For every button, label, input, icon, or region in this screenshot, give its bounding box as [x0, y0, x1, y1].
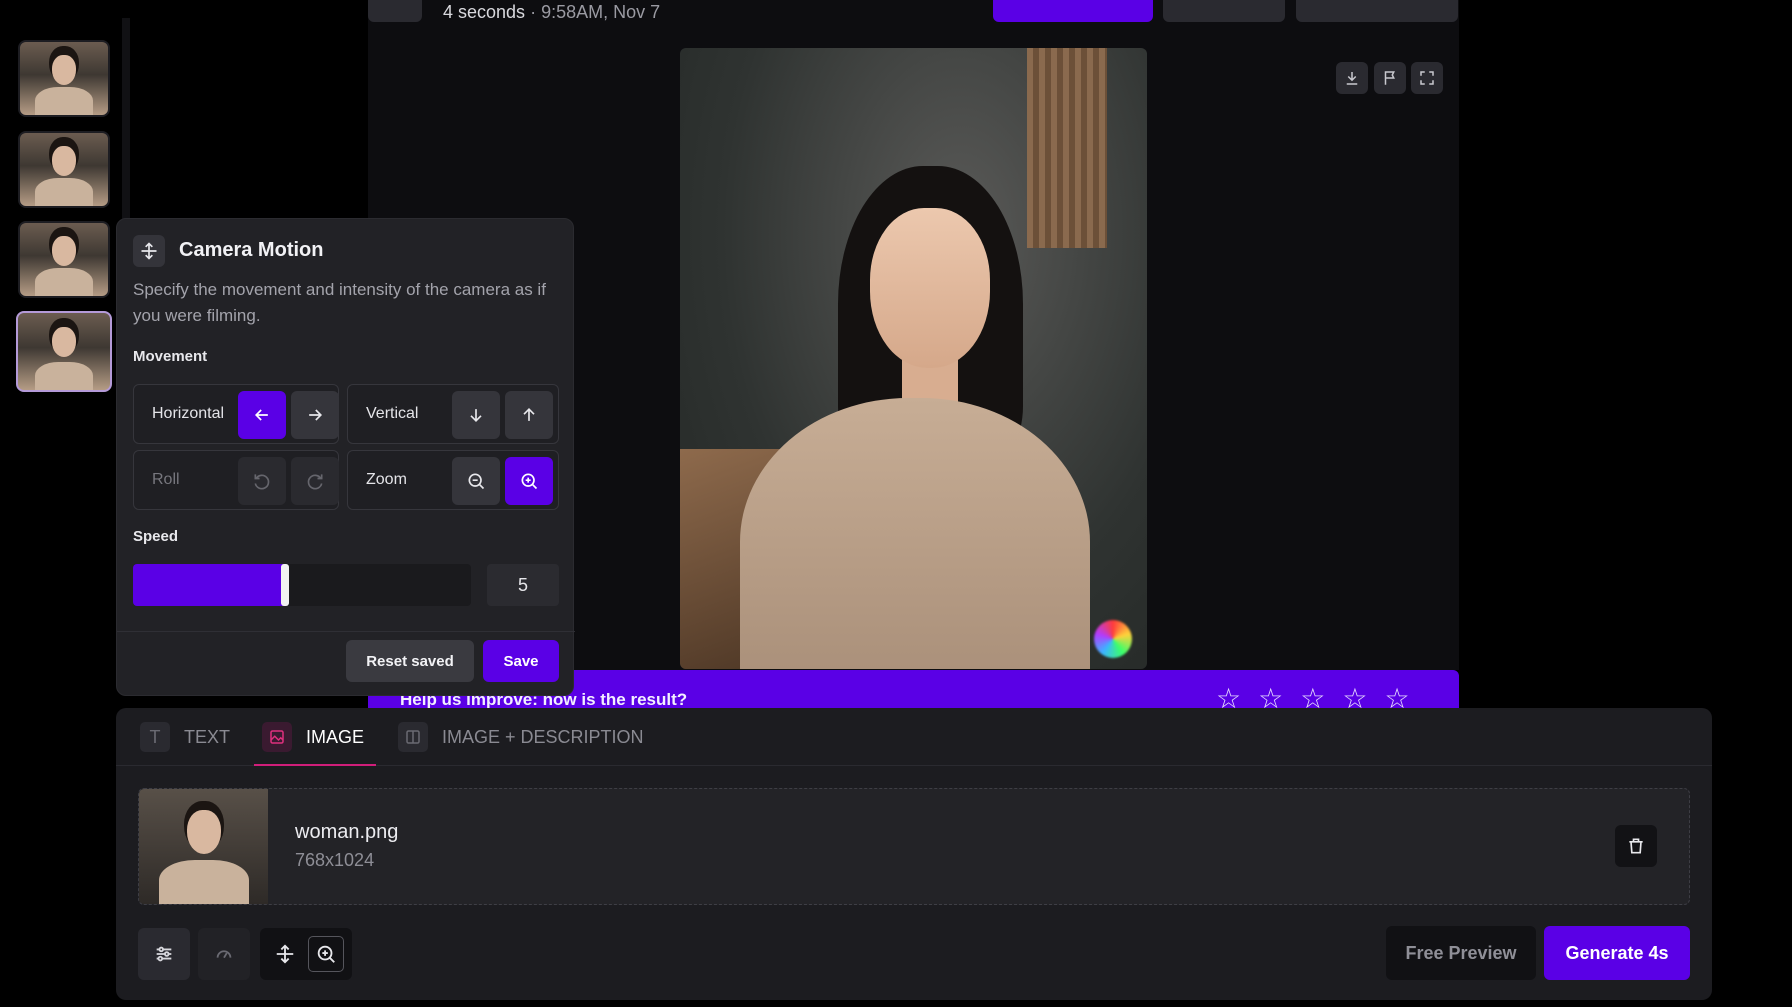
vertical-control: Vertical	[347, 384, 559, 444]
generation-info: 4 seconds · 9:58AM, Nov 7	[443, 2, 660, 23]
delete-image-button[interactable]	[1615, 825, 1657, 867]
panel-description: Specify the movement and intensity of th…	[133, 280, 546, 325]
roll-control: Roll	[133, 450, 339, 510]
history-thumbnail[interactable]	[18, 131, 110, 208]
history-thumbnail-active[interactable]	[16, 311, 112, 392]
camera-motion-icon	[276, 944, 294, 964]
input-mode-tabs: T TEXT IMAGE IMAGE + DESCRIPTION	[116, 708, 1712, 766]
arrow-right-icon	[309, 409, 323, 421]
reset-saved-button[interactable]: Reset saved	[346, 640, 474, 682]
pan-left-button[interactable]	[238, 391, 286, 439]
save-button[interactable]: Save	[483, 640, 559, 682]
download-icon	[1346, 72, 1358, 85]
roll-label: Roll	[152, 471, 180, 488]
tilt-down-button[interactable]	[452, 391, 500, 439]
file-name: woman.png	[295, 821, 399, 843]
reveal-prompt-button[interactable]	[1296, 0, 1458, 22]
arrow-up-icon	[523, 407, 535, 421]
download-button[interactable]	[1336, 62, 1368, 94]
flag-icon	[1384, 71, 1395, 85]
free-preview-button[interactable]: Free Preview	[1386, 926, 1536, 980]
prompt-composer: T TEXT IMAGE IMAGE + DESCRIPTION woman.p…	[116, 708, 1712, 1000]
camera-motion-header-icon	[133, 235, 165, 267]
color-orb-icon	[1094, 620, 1132, 658]
tilt-up-button[interactable]	[505, 391, 553, 439]
file-dimensions: 768x1024	[295, 850, 375, 870]
speed-label: Speed	[133, 528, 179, 545]
camera-motion-panel: Camera Motion Specify the movement and i…	[116, 218, 575, 696]
tab-label: TEXT	[184, 727, 231, 747]
zoom-out-icon	[468, 473, 485, 490]
rotate-ccw-icon	[254, 474, 270, 490]
back-button[interactable]	[368, 0, 422, 22]
fullscreen-button[interactable]	[1411, 62, 1443, 94]
motion-intensity-button[interactable]	[198, 928, 250, 980]
duration-text: 4 seconds	[443, 2, 526, 22]
zoom-control: Zoom	[347, 450, 559, 510]
zoom-in-icon	[521, 473, 538, 490]
thumbnail-rail	[0, 0, 130, 1007]
horizontal-label: Horizontal	[152, 405, 225, 422]
speed-slider-fill	[133, 564, 285, 606]
uploaded-image-thumbnail	[139, 789, 268, 904]
speed-value[interactable]: 5	[487, 564, 559, 606]
pan-right-button[interactable]	[291, 391, 339, 439]
tab-label: IMAGE + DESCRIPTION	[442, 727, 644, 747]
zoom-label: Zoom	[366, 471, 407, 488]
image-icon	[262, 722, 292, 752]
gauge-icon	[216, 950, 232, 959]
speed-slider[interactable]	[133, 564, 471, 606]
horizontal-control: Horizontal	[133, 384, 339, 444]
generated-image	[680, 48, 1147, 669]
arrow-down-icon	[470, 409, 482, 423]
roll-right-button[interactable]	[291, 457, 339, 505]
sliders-icon	[156, 946, 172, 962]
uploaded-image-card[interactable]: woman.png 768x1024	[138, 788, 1690, 905]
tab-label: IMAGE	[306, 727, 365, 747]
generate-button[interactable]: Generate 4s	[1544, 926, 1690, 980]
settings-button[interactable]	[138, 928, 190, 980]
zoom-motion-indicator	[308, 936, 344, 972]
tab-text[interactable]: T TEXT	[140, 722, 230, 766]
fullscreen-icon	[1420, 71, 1434, 85]
zoom-out-button[interactable]	[452, 457, 500, 505]
speed-slider-handle[interactable]	[281, 564, 289, 606]
share-button[interactable]	[1163, 0, 1285, 22]
camera-motion-toggle[interactable]	[260, 928, 352, 980]
history-thumbnail[interactable]	[18, 40, 110, 117]
zoom-in-icon	[317, 945, 335, 963]
separator: ·	[525, 2, 542, 22]
movement-label: Movement	[133, 348, 208, 365]
extend-button[interactable]	[993, 0, 1153, 22]
arrow-left-icon	[254, 409, 268, 421]
tab-image-description[interactable]: IMAGE + DESCRIPTION	[398, 722, 644, 766]
split-icon	[398, 722, 428, 752]
trash-icon	[1629, 838, 1643, 854]
zoom-in-button[interactable]	[505, 457, 553, 505]
move-icon	[141, 242, 157, 260]
text-icon: T	[140, 722, 170, 752]
history-thumbnail[interactable]	[18, 221, 110, 298]
panel-title: Camera Motion	[179, 239, 324, 261]
panel-divider	[117, 631, 575, 632]
vertical-label: Vertical	[366, 405, 419, 422]
rotate-cw-icon	[307, 474, 323, 490]
flag-button[interactable]	[1374, 62, 1406, 94]
timestamp-text: 9:58AM, Nov 7	[541, 2, 661, 22]
tab-image[interactable]: IMAGE	[254, 722, 377, 766]
roll-left-button[interactable]	[238, 457, 286, 505]
